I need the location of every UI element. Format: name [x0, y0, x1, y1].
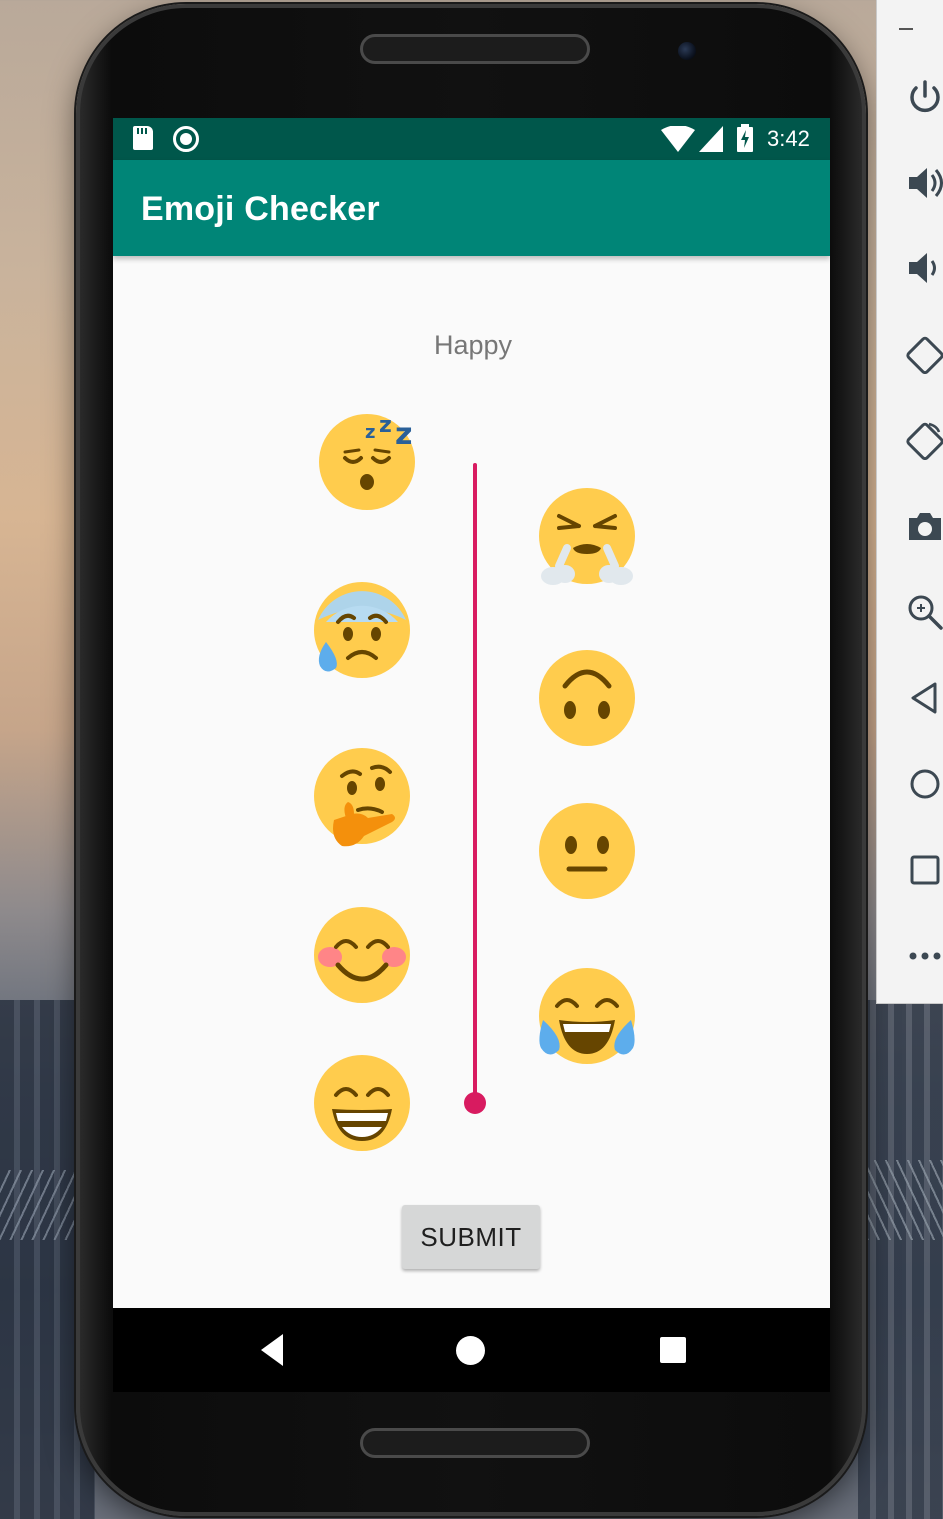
smiling-face-with-smiling-eyes-icon[interactable]	[312, 905, 412, 1005]
top-speaker	[360, 34, 590, 64]
power-icon[interactable]	[905, 78, 943, 118]
emulator-toolbar	[876, 0, 943, 1004]
nav-back-icon[interactable]	[257, 1328, 287, 1372]
sleeping-face-icon[interactable]: z z z	[317, 410, 417, 510]
app-title: Emoji Checker	[141, 190, 380, 228]
camera-icon[interactable]	[905, 506, 943, 546]
background-city-right	[858, 1000, 943, 1519]
device-screen: 3:42 Emoji Checker Happy z z z SUBMIT	[113, 118, 830, 1392]
svg-text:z: z	[395, 417, 412, 452]
thinking-face-icon[interactable]	[312, 748, 412, 848]
back-icon[interactable]	[905, 678, 943, 718]
mood-slider-thumb[interactable]	[464, 1092, 486, 1114]
rotate-left-icon[interactable]	[905, 334, 943, 374]
navigation-bar	[113, 1308, 830, 1392]
nav-recents-icon[interactable]	[660, 1337, 686, 1363]
nav-home-icon[interactable]	[456, 1336, 485, 1365]
face-with-steam-from-nose-icon[interactable]	[537, 488, 637, 588]
status-bar: 3:42	[113, 118, 830, 160]
battery-charging-icon	[737, 124, 753, 152]
svg-text:z: z	[379, 413, 392, 438]
minimize-icon[interactable]	[899, 28, 913, 30]
mood-slider-track[interactable]	[473, 463, 477, 1103]
sd-card-icon	[133, 126, 153, 150]
submit-button[interactable]: SUBMIT	[402, 1205, 540, 1269]
overview-icon[interactable]	[905, 850, 943, 890]
more-icon[interactable]	[905, 936, 943, 976]
upside-down-face-icon[interactable]	[537, 648, 637, 748]
mood-label: Happy	[433, 330, 513, 360]
bottom-speaker	[360, 1428, 590, 1458]
anxious-face-with-sweat-icon[interactable]	[312, 580, 412, 680]
rotate-right-icon[interactable]	[905, 420, 943, 460]
neutral-face-icon[interactable]	[537, 801, 637, 901]
svg-text:z: z	[365, 422, 375, 443]
volume-down-icon[interactable]	[905, 248, 943, 288]
circle-icon	[173, 126, 199, 152]
app-bar: Emoji Checker	[113, 160, 830, 256]
front-camera	[678, 42, 696, 60]
grinning-face-with-smiling-eyes-icon[interactable]	[312, 1053, 412, 1153]
wifi-icon	[661, 126, 695, 152]
zoom-icon[interactable]	[905, 592, 943, 632]
volume-up-icon[interactable]	[905, 163, 943, 203]
status-time: 3:42	[767, 126, 810, 151]
face-with-tears-of-joy-icon[interactable]	[537, 968, 637, 1068]
signal-icon	[699, 126, 723, 152]
home-icon[interactable]	[905, 764, 943, 804]
